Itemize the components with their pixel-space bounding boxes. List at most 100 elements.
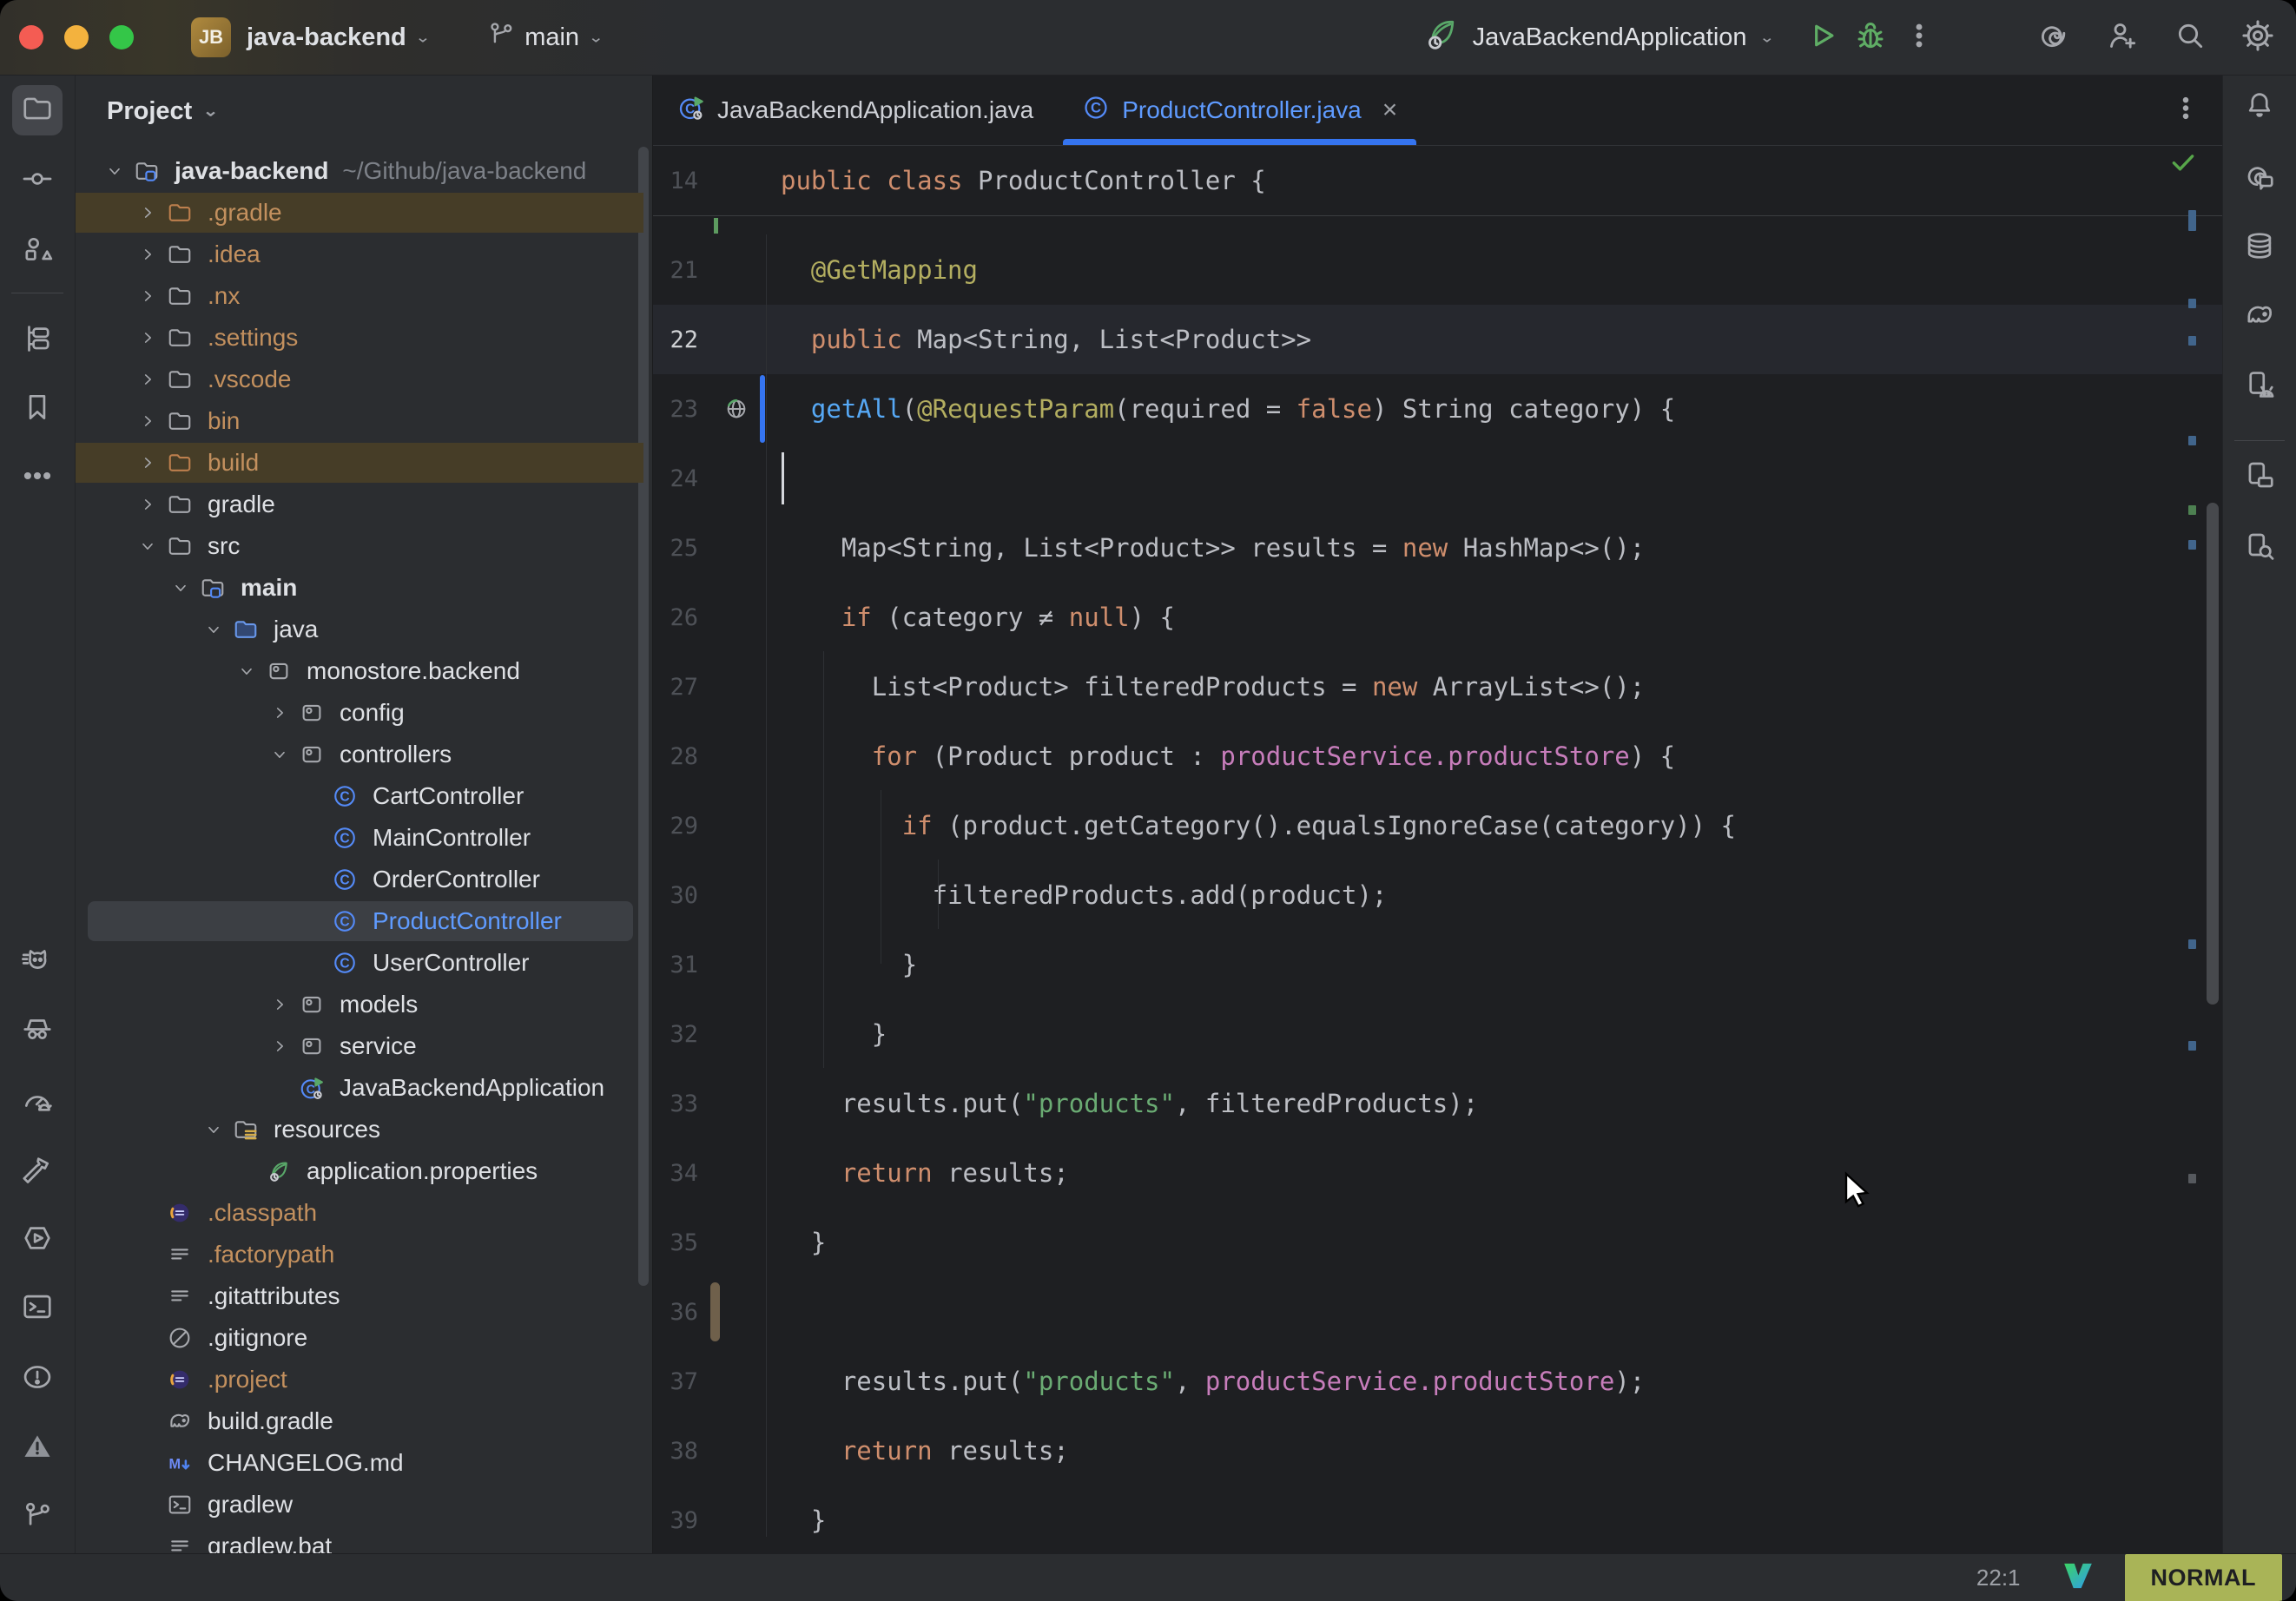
minimize-window-button[interactable]: [64, 25, 89, 49]
code-line-23[interactable]: 23 getAll(@RequestParam(required = false…: [653, 374, 2222, 444]
terminal-tool-button[interactable]: [12, 1283, 63, 1334]
tree-item-ordercontroller[interactable]: COrderController: [76, 859, 652, 900]
tree-item--gradle[interactable]: .gradle: [76, 192, 652, 234]
tree-item--nx[interactable]: .nx: [76, 275, 652, 317]
code-line-33[interactable]: 33 results.put("products", filteredProdu…: [653, 1069, 2222, 1138]
search-everywhere-button[interactable]: [2166, 13, 2214, 62]
commit-tool-button[interactable]: [12, 155, 63, 206]
error-stripe-mark[interactable]: [2188, 505, 2196, 515]
chevron-right-icon[interactable]: [131, 495, 164, 514]
chevron-right-icon[interactable]: [263, 1037, 296, 1056]
run-button[interactable]: [1798, 13, 1846, 62]
code-editor[interactable]: 14public class ProductController {21 @Ge…: [653, 146, 2222, 1553]
tree-item-service[interactable]: service: [76, 1025, 652, 1067]
profiler-tool-button[interactable]: [12, 1077, 63, 1128]
services-tool-button[interactable]: [12, 1215, 63, 1265]
code-line-38[interactable]: 38 return results;: [653, 1416, 2222, 1486]
tree-item-javabackendapplication[interactable]: CJavaBackendApplication: [76, 1067, 652, 1109]
zoom-window-button[interactable]: [109, 25, 134, 49]
code-line-34[interactable]: 34 return results;: [653, 1138, 2222, 1208]
tab-options-button[interactable]: [2172, 95, 2200, 127]
error-stripe-mark[interactable]: [2188, 939, 2196, 949]
tree-item-resources[interactable]: resources: [76, 1109, 652, 1150]
code-line-24[interactable]: 24: [653, 444, 2222, 513]
tree-item--gitignore[interactable]: .gitignore: [76, 1317, 652, 1359]
project-selector[interactable]: java-backend ⌄: [247, 23, 431, 52]
gradle-tool-button[interactable]: [2234, 292, 2285, 342]
tree-item-monostore-backend[interactable]: monostore.backend: [76, 650, 652, 692]
structure-tool-button[interactable]: [12, 226, 63, 276]
tree-item-build-gradle[interactable]: build.gradle: [76, 1400, 652, 1442]
tree-item-gradlew-bat[interactable]: gradlew.bat: [76, 1525, 652, 1553]
version-control-tool-button[interactable]: [12, 1492, 63, 1542]
code-line-26[interactable]: 26 if (category ≠ null) {: [653, 583, 2222, 652]
more-run-actions-button[interactable]: [1895, 13, 1943, 62]
tree-item--project[interactable]: .project: [76, 1359, 652, 1400]
chevron-down-icon[interactable]: [131, 537, 164, 556]
code-line-35[interactable]: 35 }: [653, 1208, 2222, 1277]
error-stripe-mark[interactable]: [2188, 436, 2196, 445]
inspections-ok-icon[interactable]: [2168, 148, 2198, 181]
device-explorer-tool-button[interactable]: [2234, 523, 2285, 573]
chevron-right-icon[interactable]: [263, 995, 296, 1014]
chevron-down-icon[interactable]: [164, 578, 197, 597]
code-line-14[interactable]: 14public class ProductController {: [653, 146, 2222, 216]
close-window-button[interactable]: [19, 25, 43, 49]
tree-item--settings[interactable]: .settings: [76, 317, 652, 359]
settings-button[interactable]: [2233, 13, 2282, 62]
github-copilot-tool-button[interactable]: [12, 938, 63, 988]
tree-item-changelog-md[interactable]: MCHANGELOG.md: [76, 1442, 652, 1484]
tree-item--vscode[interactable]: .vscode: [76, 359, 652, 400]
tree-item-config[interactable]: config: [76, 692, 652, 734]
ai-assistant-button[interactable]: [2030, 13, 2079, 62]
chevron-right-icon[interactable]: [131, 453, 164, 472]
problems-tool-button[interactable]: [12, 1354, 63, 1404]
chevron-down-icon[interactable]: [263, 745, 296, 764]
bookmarks-tool-button[interactable]: [12, 384, 63, 434]
error-stripe-mark[interactable]: [2188, 210, 2196, 231]
ai-assistant-chat-tool-button[interactable]: [2234, 153, 2285, 203]
notifications-tool-button[interactable]: [2234, 82, 2285, 132]
run-configuration-selector[interactable]: JavaBackendApplication ⌄: [1422, 15, 1775, 60]
more-tool-windows-tool-button[interactable]: [12, 452, 63, 503]
tab-productcontroller-java[interactable]: CProductController.java×: [1058, 76, 1422, 145]
editor-scrollbar[interactable]: [2207, 503, 2219, 1005]
incognito-tool-button[interactable]: [12, 1005, 63, 1056]
ideavim-icon[interactable]: [2061, 1558, 2095, 1598]
tree-item--gitattributes[interactable]: .gitattributes: [76, 1275, 652, 1317]
hierarchy-tool-button[interactable]: [12, 315, 63, 366]
code-line-25[interactable]: 25 Map<String, List<Product>> results = …: [653, 513, 2222, 583]
close-tab-icon[interactable]: ×: [1382, 96, 1398, 125]
project-tool-button[interactable]: [12, 85, 63, 135]
tree-item-controllers[interactable]: controllers: [76, 734, 652, 775]
code-line-32[interactable]: 32 }: [653, 999, 2222, 1069]
tree-item-models[interactable]: models: [76, 984, 652, 1025]
chevron-right-icon[interactable]: [131, 203, 164, 222]
code-with-me-button[interactable]: [2098, 13, 2147, 62]
chevron-right-icon[interactable]: [131, 328, 164, 347]
error-stripe-mark[interactable]: [2188, 540, 2196, 550]
chevron-right-icon[interactable]: [131, 370, 164, 389]
chevron-down-icon[interactable]: [230, 662, 263, 681]
debug-button[interactable]: [1846, 13, 1895, 62]
code-line-31[interactable]: 31 }: [653, 930, 2222, 999]
tree-item-build[interactable]: build: [76, 442, 652, 484]
database-tool-button[interactable]: [2234, 222, 2285, 273]
code-line-29[interactable]: 29 if (product.getCategory().equalsIgnor…: [653, 791, 2222, 860]
code-line-30[interactable]: 30 filteredProducts.add(product);: [653, 860, 2222, 930]
branch-selector[interactable]: main ⌄: [486, 19, 604, 56]
code-line-36[interactable]: 36: [653, 1277, 2222, 1347]
tree-item-gradle[interactable]: gradle: [76, 484, 652, 525]
code-line-37[interactable]: 37 results.put("products", productServic…: [653, 1347, 2222, 1416]
tree-item-main[interactable]: main: [76, 567, 652, 609]
code-line-28[interactable]: 28 for (Product product : productService…: [653, 721, 2222, 791]
running-devices-tool-button[interactable]: [2234, 451, 2285, 502]
tree-item-java-backend[interactable]: java-backend~/Github/java-backend: [76, 150, 652, 192]
chevron-right-icon[interactable]: [263, 703, 296, 722]
notifications-warning-tool-button[interactable]: [12, 1423, 63, 1473]
tree-item-java[interactable]: java: [76, 609, 652, 650]
tree-item-maincontroller[interactable]: CMainController: [76, 817, 652, 859]
chevron-right-icon[interactable]: [131, 412, 164, 431]
tree-item--factorypath[interactable]: .factorypath: [76, 1234, 652, 1275]
tree-item-productcontroller[interactable]: CProductController: [76, 900, 652, 942]
